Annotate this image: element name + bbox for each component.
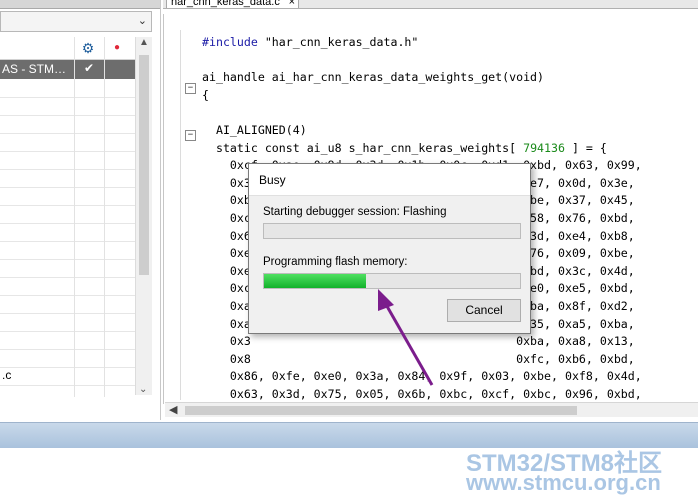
dialog-title: Busy: [259, 173, 286, 187]
close-icon[interactable]: ×: [289, 0, 295, 8]
list-item[interactable]: [0, 314, 135, 332]
scroll-down-icon[interactable]: ⌄: [139, 384, 147, 395]
list-item[interactable]: [0, 80, 135, 98]
active-check-icon: ✔: [84, 61, 95, 75]
project-selector-dropdown[interactable]: ⌄: [0, 11, 152, 32]
scroll-left-icon[interactable]: ◀: [169, 403, 177, 416]
list-item[interactable]: [0, 332, 135, 350]
fold-collapse-icon[interactable]: −: [185, 130, 196, 141]
list-item[interactable]: [0, 116, 135, 134]
red-dot-icon[interactable]: ●: [110, 41, 124, 55]
watermark-url: www.stmcu.org.cn: [466, 470, 661, 495]
code-line[interactable]: {: [202, 87, 642, 105]
gear-icon[interactable]: ⚙: [80, 41, 96, 55]
progress-bar-debugger: [263, 223, 521, 239]
project-row-selected[interactable]: AS - STM… ✔: [0, 60, 135, 79]
list-item[interactable]: [0, 152, 135, 170]
list-item[interactable]: [0, 296, 135, 314]
scrollbar-thumb[interactable]: [139, 55, 149, 275]
list-item[interactable]: [0, 278, 135, 296]
list-item[interactable]: [0, 188, 135, 206]
column-divider: [104, 37, 105, 397]
annotation-arrow: [378, 289, 434, 386]
list-item[interactable]: [0, 134, 135, 152]
editor-horizontal-scrollbar[interactable]: ◀: [165, 402, 698, 417]
chevron-down-icon[interactable]: ⌄: [138, 14, 147, 27]
scroll-up-icon[interactable]: ▲: [139, 37, 149, 48]
project-name-label: AS - STM…: [2, 62, 67, 76]
list-item[interactable]: [0, 206, 135, 224]
dialog-title-bar: Busy: [249, 164, 530, 196]
list-item[interactable]: [0, 242, 135, 260]
column-divider: [74, 37, 75, 397]
scrollbar-thumb[interactable]: [185, 406, 577, 415]
status-text-flash: Programming flash memory:: [263, 256, 408, 268]
code-line[interactable]: ai_handle ai_har_cnn_keras_data_weights_…: [202, 69, 642, 87]
editor-gutter: [180, 30, 181, 400]
list-item[interactable]: [0, 368, 135, 386]
left-vertical-scrollbar[interactable]: ▲ ⌄: [135, 37, 152, 395]
cancel-button[interactable]: Cancel: [447, 299, 521, 322]
tab-har-cnn-keras-data[interactable]: har_cnn_keras_data.c ×: [166, 0, 299, 8]
status-text-debugger: Starting debugger session: Flashing: [263, 206, 447, 218]
code-line[interactable]: [202, 52, 642, 70]
code-line[interactable]: static const ai_u8 s_har_cnn_keras_weigh…: [202, 140, 642, 158]
code-line[interactable]: [202, 104, 642, 122]
list-item[interactable]: [0, 98, 135, 116]
file-name-label[interactable]: .c: [2, 368, 11, 382]
list-item[interactable]: [0, 224, 135, 242]
list-item[interactable]: [0, 350, 135, 368]
code-line[interactable]: AI_ALIGNED(4): [202, 122, 642, 140]
list-item[interactable]: [0, 260, 135, 278]
tab-title: har_cnn_keras_data.c: [171, 0, 280, 8]
code-line[interactable]: #include "har_cnn_keras_data.h": [202, 34, 642, 52]
progress-bar-fill: [264, 274, 367, 288]
left-panel-toolbar: [0, 0, 160, 9]
fold-collapse-icon[interactable]: −: [185, 83, 196, 94]
list-item[interactable]: [0, 170, 135, 188]
